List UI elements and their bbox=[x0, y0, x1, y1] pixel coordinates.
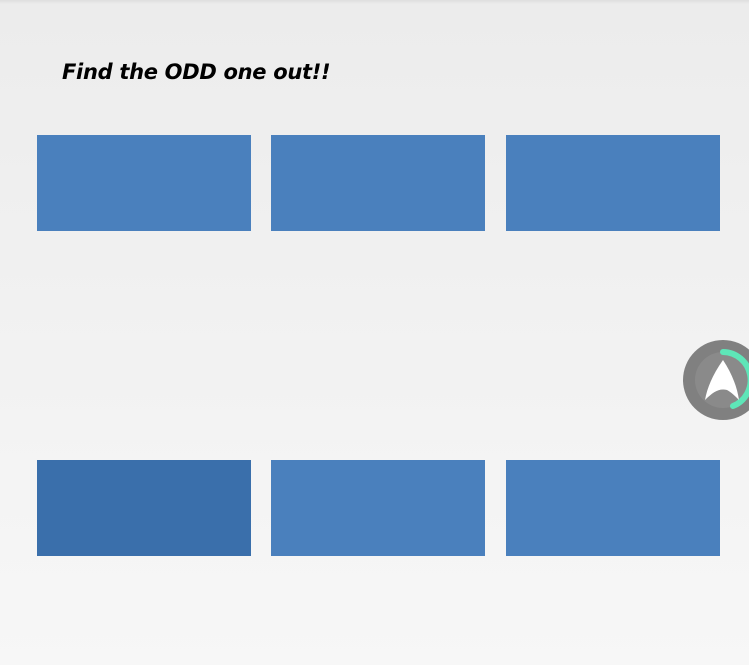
tile-6[interactable] bbox=[506, 460, 720, 556]
tile-2[interactable] bbox=[271, 135, 485, 231]
top-shade bbox=[0, 0, 749, 4]
game-title: Find the ODD one out!! bbox=[62, 60, 331, 84]
tile-5[interactable] bbox=[271, 460, 485, 556]
tile-3[interactable] bbox=[506, 135, 720, 231]
floating-assistant-button[interactable] bbox=[683, 340, 749, 420]
arrow-logo-icon bbox=[683, 340, 749, 420]
tile-1[interactable] bbox=[37, 135, 251, 231]
tile-4[interactable] bbox=[37, 460, 251, 556]
